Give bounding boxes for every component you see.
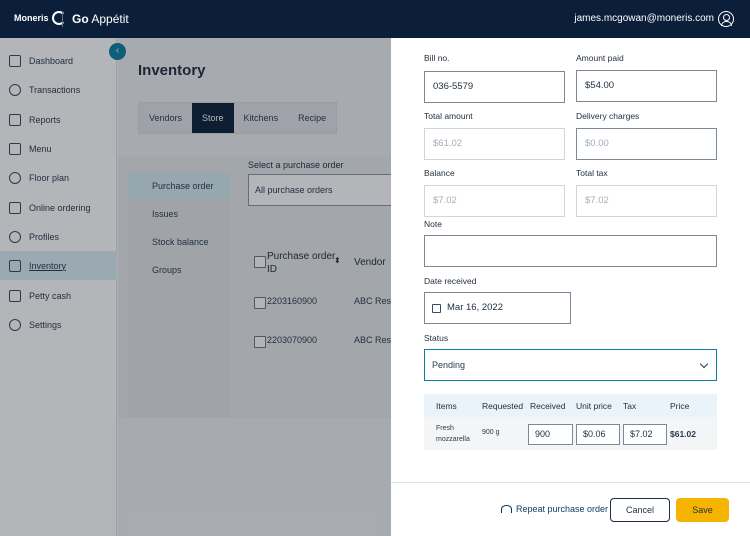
column-header-received: Received — [530, 401, 566, 411]
price-cell: $61.02 — [670, 429, 696, 439]
column-header-unit-price: Unit price — [576, 401, 612, 411]
column-header-price: Price — [670, 401, 690, 411]
logo-divider — [62, 11, 63, 27]
note-label: Note — [424, 219, 442, 229]
purchase-order-drawer: Bill no. 036-5579 Amount paid $54.00 Tot… — [391, 38, 750, 536]
total-tax-input: $7.02 — [576, 185, 717, 217]
moneris-swirl-icon — [51, 11, 66, 25]
column-header-items: Items — [436, 401, 457, 411]
note-input[interactable] — [424, 235, 717, 267]
repeat-icon — [501, 505, 512, 513]
calendar-icon — [432, 304, 441, 313]
cancel-button[interactable]: Cancel — [610, 498, 670, 522]
date-received-input[interactable]: Mar 16, 2022 — [424, 292, 571, 324]
status-select[interactable]: Pending — [424, 349, 717, 381]
moneris-logo: Moneris — [14, 11, 66, 25]
bill-no-label: Bill no. — [424, 53, 450, 63]
delivery-charges-label: Delivery charges — [576, 111, 640, 121]
delivery-charges-input[interactable]: $0.00 — [576, 128, 717, 160]
bill-no-input[interactable]: 036-5579 — [424, 71, 565, 103]
modal-overlay[interactable] — [0, 38, 391, 536]
unit-price-input[interactable]: $0.06 — [576, 424, 620, 445]
date-received-value: Mar 16, 2022 — [447, 302, 503, 313]
amount-paid-input[interactable]: $54.00 — [576, 70, 717, 102]
chevron-down-icon — [699, 359, 709, 369]
requested-cell: 900 g — [482, 429, 500, 436]
tax-input[interactable]: $7.02 — [623, 424, 667, 445]
table-row: Fresh mozzarella 900 g 900 $0.06 $7.02 $… — [424, 417, 717, 450]
logo-text: Moneris — [14, 13, 49, 23]
user-email: james.mcgowan@moneris.com — [574, 13, 714, 24]
items-table-header: Items Requested Received Unit price Tax … — [424, 394, 717, 417]
column-header-tax: Tax — [623, 401, 637, 411]
save-button[interactable]: Save — [676, 498, 729, 522]
top-bar: Moneris Go Appétit james.mcgowan@moneris… — [0, 0, 750, 38]
repeat-purchase-order-link[interactable]: Repeat purchase order — [501, 504, 608, 514]
repeat-label: Repeat purchase order — [516, 504, 609, 514]
drawer-footer: Repeat purchase order Cancel Save — [391, 482, 750, 536]
app-name: Go Appétit — [72, 12, 129, 26]
date-received-label: Date received — [424, 276, 477, 286]
amount-paid-label: Amount paid — [576, 53, 624, 63]
status-label: Status — [424, 333, 449, 343]
total-amount-label: Total amount — [424, 111, 473, 121]
status-value: Pending — [432, 360, 466, 370]
column-header-requested: Requested — [482, 401, 524, 411]
received-input[interactable]: 900 — [528, 424, 573, 445]
balance-input: $7.02 — [424, 185, 565, 217]
total-tax-label: Total tax — [576, 168, 608, 178]
user-account-icon[interactable] — [718, 11, 734, 27]
balance-label: Balance — [424, 168, 455, 178]
total-amount-input: $61.02 — [424, 128, 565, 160]
item-name-cell: Fresh mozzarella — [436, 425, 470, 443]
